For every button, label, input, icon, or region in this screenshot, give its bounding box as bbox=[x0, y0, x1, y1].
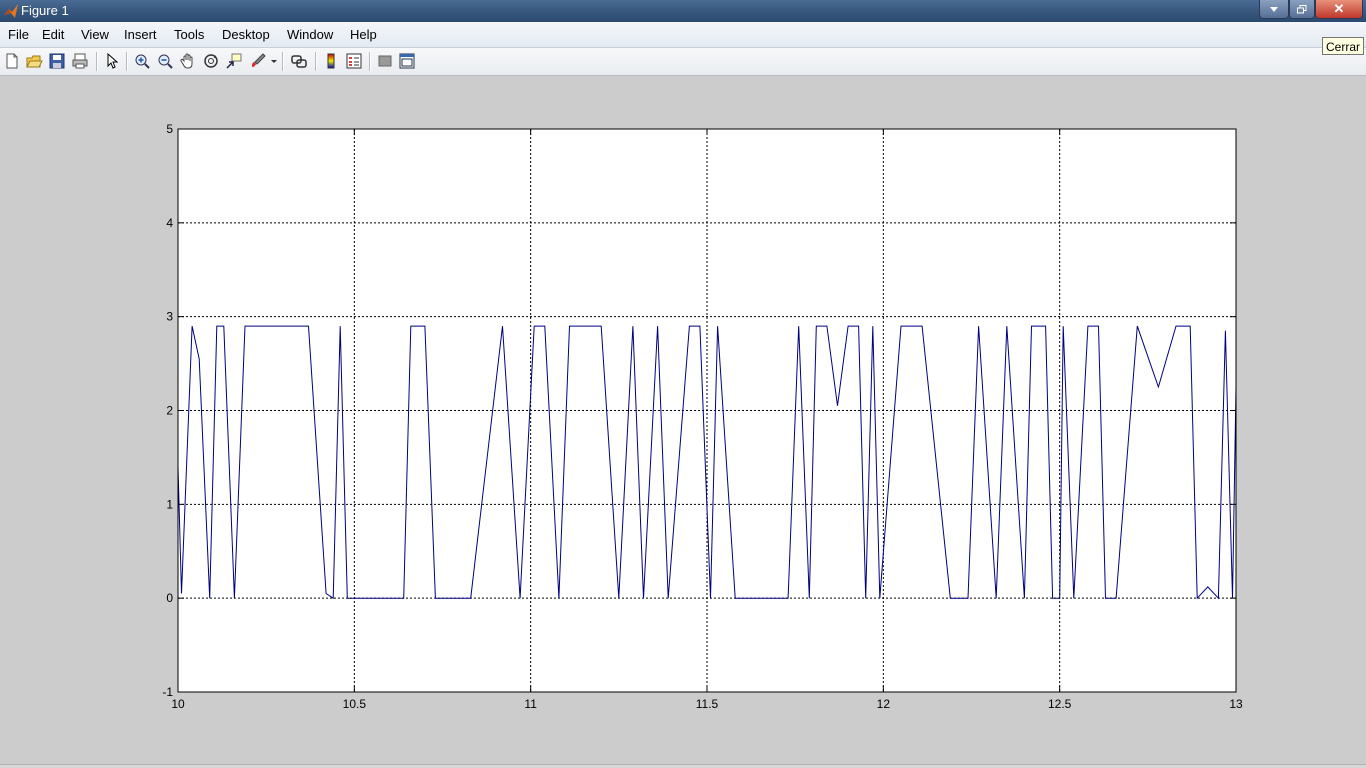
menu-help[interactable]: Help bbox=[350, 27, 377, 42]
matlab-logo-icon bbox=[4, 4, 18, 18]
y-tick-label: 0 bbox=[166, 591, 173, 605]
window-bottom-edge bbox=[0, 764, 1366, 768]
rotate-3d-icon[interactable] bbox=[202, 52, 220, 70]
menu-tools[interactable]: Tools bbox=[174, 27, 204, 42]
title-bar: Figure 1 ✕ bbox=[0, 0, 1366, 22]
y-tick-label: 4 bbox=[166, 216, 173, 230]
toolbar-separator bbox=[315, 52, 317, 71]
new-figure-icon[interactable] bbox=[3, 52, 21, 70]
menu-window[interactable]: Window bbox=[287, 27, 333, 42]
brush-icon[interactable] bbox=[249, 52, 267, 70]
y-tick-label: 3 bbox=[166, 310, 173, 324]
insert-legend-icon[interactable] bbox=[345, 52, 363, 70]
show-plot-tools-icon[interactable] bbox=[398, 52, 416, 70]
x-tick-label: 11.5 bbox=[696, 697, 719, 711]
brush-dropdown-icon[interactable] bbox=[271, 52, 277, 70]
toolbar-separator bbox=[369, 52, 371, 71]
y-tick-label: 5 bbox=[166, 122, 173, 136]
y-tick-label: 1 bbox=[166, 497, 173, 511]
window-title: Figure 1 bbox=[21, 3, 69, 18]
edit-plot-arrow-icon[interactable] bbox=[103, 52, 121, 70]
y-tick-label: -1 bbox=[162, 685, 173, 699]
menu-view[interactable]: View bbox=[81, 27, 109, 42]
minimize-icon bbox=[1270, 7, 1278, 12]
print-icon[interactable] bbox=[71, 52, 89, 70]
pan-hand-icon[interactable] bbox=[179, 52, 197, 70]
x-tick-label: 10 bbox=[171, 697, 185, 711]
hide-plot-tools-icon[interactable] bbox=[376, 52, 394, 70]
menu-insert[interactable]: Insert bbox=[124, 27, 157, 42]
close-button[interactable]: ✕ bbox=[1315, 0, 1363, 19]
menu-file[interactable]: File bbox=[8, 27, 29, 42]
close-icon: ✕ bbox=[1333, 1, 1345, 16]
y-tick-label: 2 bbox=[166, 404, 173, 418]
insert-colorbar-icon[interactable] bbox=[322, 52, 340, 70]
restore-button[interactable] bbox=[1289, 0, 1315, 19]
data-cursor-icon[interactable] bbox=[225, 52, 243, 70]
minimize-button[interactable] bbox=[1259, 0, 1289, 19]
close-tooltip: Cerrar bbox=[1322, 37, 1365, 55]
toolbar-separator bbox=[96, 52, 98, 71]
zoom-in-icon[interactable] bbox=[133, 52, 151, 70]
menu-bar: File Edit View Insert Tools Desktop Window Help bbox=[0, 22, 1366, 48]
menu-edit[interactable]: Edit bbox=[42, 27, 64, 42]
zoom-out-icon[interactable] bbox=[156, 52, 174, 70]
figure-canvas: 10 10.5 11 11.5 12 12.5 13 -1 0 1 2 3 4 5 bbox=[0, 76, 1366, 764]
restore-icon bbox=[1297, 4, 1307, 13]
x-tick-label: 11 bbox=[524, 697, 537, 711]
x-tick-label: 10.5 bbox=[343, 697, 367, 711]
link-plot-icon[interactable] bbox=[290, 52, 308, 70]
line-plot[interactable]: 10 10.5 11 11.5 12 12.5 13-1012345 bbox=[0, 76, 1366, 764]
x-tick-label: 12 bbox=[877, 697, 891, 711]
save-icon[interactable] bbox=[48, 52, 66, 70]
menu-desktop[interactable]: Desktop bbox=[222, 27, 270, 42]
toolbar-separator bbox=[126, 52, 128, 71]
figure-toolbar bbox=[0, 48, 1366, 76]
x-tick-label: 13 bbox=[1229, 697, 1243, 711]
open-file-icon[interactable] bbox=[25, 52, 43, 70]
toolbar-separator bbox=[282, 52, 284, 71]
x-tick-label: 12.5 bbox=[1048, 697, 1072, 711]
